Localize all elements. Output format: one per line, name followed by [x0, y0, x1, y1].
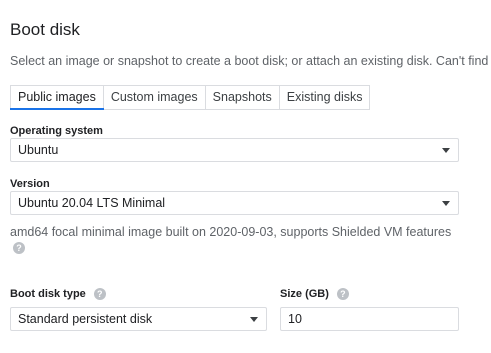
- chevron-down-icon: [442, 201, 450, 206]
- help-icon[interactable]: ?: [336, 288, 349, 300]
- version-label-text: Version: [10, 178, 50, 190]
- tab-snapshots[interactable]: Snapshots: [204, 85, 280, 110]
- operating-system-label-text: Operating system: [10, 125, 103, 137]
- version-label: Version: [10, 178, 50, 190]
- operating-system-select[interactable]: Ubuntu: [10, 138, 459, 162]
- tab-custom-images[interactable]: Custom images: [102, 85, 206, 110]
- boot-disk-panel: Boot disk Select an image or snapshot to…: [0, 0, 491, 353]
- boot-disk-type-select[interactable]: Standard persistent disk: [10, 307, 267, 331]
- size-input[interactable]: 10: [280, 307, 459, 331]
- image-source-tabs: Public images Custom images Snapshots Ex…: [10, 85, 371, 110]
- help-icon[interactable]: ?: [13, 242, 25, 254]
- operating-system-value: Ubuntu: [18, 143, 59, 157]
- tab-existing-disks[interactable]: Existing disks: [278, 85, 371, 110]
- help-icon[interactable]: ?: [93, 288, 106, 300]
- size-label-text: Size (GB): [280, 288, 329, 300]
- tab-public-images[interactable]: Public images: [10, 85, 104, 110]
- size-label: Size (GB) ?: [280, 288, 349, 300]
- boot-disk-type-label: Boot disk type ?: [10, 288, 106, 300]
- version-select[interactable]: Ubuntu 20.04 LTS Minimal: [10, 191, 459, 215]
- page-title: Boot disk: [10, 20, 80, 39]
- boot-disk-type-value: Standard persistent disk: [18, 312, 153, 326]
- size-value: 10: [288, 312, 302, 326]
- boot-disk-type-label-text: Boot disk type: [10, 288, 86, 300]
- version-hint: amd64 focal minimal image built on 2020-…: [10, 225, 452, 239]
- version-value: Ubuntu 20.04 LTS Minimal: [18, 196, 166, 210]
- chevron-down-icon: [250, 317, 258, 322]
- operating-system-label: Operating system: [10, 125, 103, 137]
- chevron-down-icon: [442, 148, 450, 153]
- section-description: Select an image or snapshot to create a …: [10, 54, 491, 68]
